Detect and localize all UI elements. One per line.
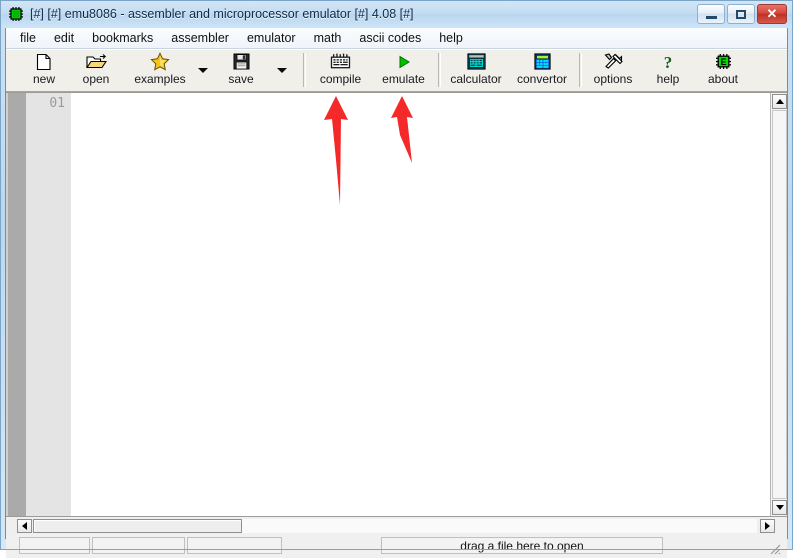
question-mark-icon: ? [656,52,680,71]
calculator-icon [464,52,488,71]
scroll-up-button[interactable] [772,94,787,109]
open-button[interactable]: open [68,49,124,91]
toolbar-group-build: compile emulate [309,49,435,91]
maximize-button[interactable] [727,4,755,24]
chip-icon [8,6,24,22]
toolbar-separator [579,53,582,87]
calculator-button[interactable]: calculator [443,49,509,91]
menu-item-ascii-codes[interactable]: ascii codes [351,29,429,47]
compile-button[interactable]: compile [309,49,372,91]
save-button-label: save [228,72,254,86]
toolbar: new open examples save compile emulate c… [6,49,787,92]
svg-text:E: E [720,57,726,67]
minimize-button[interactable] [697,4,725,24]
calculator-button-label: calculator [450,72,502,86]
window-title: [#] [#] emu8086 - assembler and micropro… [30,7,414,21]
triangle-left-icon [22,522,27,530]
convertor-button-label: convertor [516,72,568,86]
vertical-scroll-track[interactable] [772,110,787,499]
close-button[interactable]: ✕ [757,4,787,24]
menu-item-bookmarks[interactable]: bookmarks [84,29,161,47]
minimize-glyph [698,5,724,23]
source-editor[interactable]: 01 [6,92,787,516]
floppy-disk-icon [229,52,253,71]
status-panel-mode [187,537,282,554]
convertor-button[interactable]: convertor [509,49,575,91]
options-button[interactable]: options [584,49,642,91]
about-button[interactable]: E about [694,49,752,91]
scroll-down-button[interactable] [772,500,787,515]
vertical-scrollbar[interactable] [770,93,787,516]
line-number-1: 01 [49,96,65,111]
convertor-icon [530,52,554,71]
client-area: file edit bookmarks assembler emulator m… [5,28,788,558]
scrollbar-corner [775,517,787,535]
menu-item-help[interactable]: help [431,29,471,47]
options-button-label: options [593,72,633,86]
horizontal-scroll-track[interactable] [242,519,757,533]
scroll-left-button[interactable] [17,519,32,533]
scroll-right-button[interactable] [760,519,775,533]
status-panel-cursor [19,537,90,554]
horizontal-scroll-thumb[interactable] [33,519,242,533]
triangle-down-icon [775,505,784,510]
menu-item-emulator[interactable]: emulator [239,29,304,47]
title-bar: [#] [#] emu8086 - assembler and micropro… [0,0,793,28]
toolbar-separator [303,53,306,87]
application-window: [#] [#] emu8086 - assembler and micropro… [0,0,793,558]
menu-item-edit[interactable]: edit [46,29,82,47]
examples-dropdown-arrow[interactable] [196,49,209,90]
save-dropdown-arrow[interactable] [275,49,288,90]
new-file-icon [32,52,56,71]
chevron-down-icon [197,68,208,73]
examples-button-label: examples [134,72,186,86]
tools-icon [601,52,625,71]
about-button-label: about [707,72,739,86]
code-text-area[interactable] [71,93,770,516]
menu-item-assembler[interactable]: assembler [163,29,237,47]
menu-item-file[interactable]: file [12,29,44,47]
examples-button[interactable]: examples [124,49,196,91]
compile-icon [329,52,353,71]
toolbar-group-misc: options ? help E about [584,49,752,91]
chip-e-icon: E [711,52,735,71]
triangle-up-icon [775,99,784,104]
horizontal-scrollbar[interactable] [6,516,787,535]
open-button-label: open [82,72,110,86]
menu-item-math[interactable]: math [306,29,350,47]
text-caret [73,96,74,111]
menu-bar: file edit bookmarks assembler emulator m… [6,28,787,49]
toolbar-group-tools: calculator convertor [443,49,575,91]
resize-grip-icon[interactable] [767,541,781,555]
drag-file-hint[interactable]: drag a file here to open [381,537,663,554]
open-folder-icon [84,52,108,71]
status-bar: drag a file here to open [6,534,787,558]
maximize-glyph [728,5,754,23]
triangle-right-icon [765,522,770,530]
svg-text:?: ? [664,53,673,71]
play-icon [392,52,416,71]
compile-button-label: compile [319,72,362,86]
toolbar-group-file: new open examples save [20,49,288,91]
emulate-button-label: emulate [382,72,425,86]
new-button[interactable]: new [20,49,68,91]
star-icon [148,52,172,71]
new-button-label: new [32,72,55,86]
save-button[interactable]: save [217,49,265,91]
toolbar-separator [438,53,441,87]
close-icon: ✕ [766,6,778,21]
status-panel-file [92,537,185,554]
chevron-down-icon [276,68,287,73]
emulate-button[interactable]: emulate [372,49,435,91]
help-button-label: help [656,72,680,86]
line-number-gutter: 01 [26,93,71,516]
bookmark-gutter[interactable] [6,93,26,516]
help-button[interactable]: ? help [642,49,694,91]
